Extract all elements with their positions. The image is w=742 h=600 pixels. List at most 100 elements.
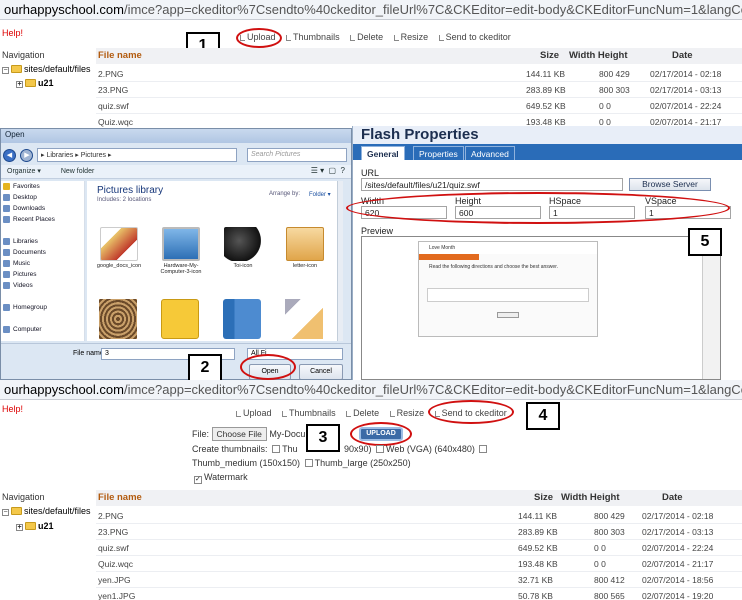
- nav-pane-item[interactable]: Favorites: [1, 181, 84, 192]
- organize-button[interactable]: Organize ▾: [7, 168, 41, 175]
- mail-pen-icon[interactable]: [285, 299, 323, 339]
- col-size-2[interactable]: Size: [534, 490, 553, 506]
- delete-tab[interactable]: Delete: [350, 32, 383, 42]
- web-vga-checkbox[interactable]: [376, 445, 385, 453]
- thumb-computer[interactable]: Hardware-My-Computer-3-icon: [157, 227, 205, 275]
- address-bar-2[interactable]: ourhappyschool.com/imce?app=ckeditor%7Cs…: [0, 380, 742, 400]
- file-row[interactable]: quiz.swf 649.52 KB 0 0 02/07/2014 - 22:24: [96, 98, 742, 114]
- col-date-2[interactable]: Date: [662, 490, 683, 506]
- delete-icon: [346, 411, 352, 417]
- col-date[interactable]: Date: [672, 48, 693, 64]
- nav-pane-item[interactable]: Homegroup: [1, 302, 84, 313]
- thumb-large-checkbox[interactable]: [304, 459, 313, 467]
- file-row[interactable]: 2.PNG 144.11 KB 800 429 02/17/2014 - 02:18: [96, 66, 742, 82]
- url-field[interactable]: /sites/default/files/u21/quiz.swf: [361, 178, 623, 191]
- nav-pane-item[interactable]: Pictures: [1, 269, 84, 280]
- dialog-search[interactable]: Search Pictures: [247, 148, 347, 162]
- thumb-photo[interactable]: [99, 299, 137, 339]
- dialog-address[interactable]: ▸ Libraries ▸ Pictures ▸: [37, 148, 237, 162]
- file-row[interactable]: yen.JPG 32.71 KB 800 412 02/07/2014 - 18:56: [96, 572, 742, 588]
- view-help-icons[interactable]: ☰ ▾ ▢ ?: [311, 166, 345, 175]
- tab-properties[interactable]: Properties: [413, 146, 464, 160]
- col-file-name[interactable]: File name: [98, 48, 142, 64]
- new-folder-button[interactable]: New folder: [61, 168, 94, 175]
- arrange-dropdown[interactable]: Folder ▾: [309, 191, 331, 198]
- tab-advanced[interactable]: Advanced: [465, 146, 515, 160]
- nav-pane-item[interactable]: Documents: [1, 247, 84, 258]
- file-row[interactable]: quiz.swf 649.52 KB 0 0 02/07/2014 - 22:24: [96, 540, 742, 556]
- thumb-toi[interactable]: Toi-icon: [219, 227, 267, 269]
- preview-quiz-button: [497, 312, 519, 318]
- watermark-checkbox[interactable]: [194, 476, 202, 484]
- thumb-checkbox[interactable]: [272, 445, 281, 453]
- file-row[interactable]: 2.PNG 144.11 KB 800 429 02/17/2014 - 02:18: [96, 508, 742, 524]
- col-dims-2[interactable]: Width Height: [561, 490, 619, 506]
- thumb-letter[interactable]: letter-icon: [281, 227, 329, 269]
- thumbnails-tab-2[interactable]: Thumbnails: [282, 408, 336, 418]
- file-name: 2.PNG: [98, 511, 124, 521]
- expand-icon[interactable]: +: [16, 524, 23, 531]
- file-row[interactable]: yen1.JPG 50.78 KB 800 565 02/07/2014 - 19:2…: [96, 588, 742, 600]
- nav-pane-item[interactable]: Computer: [1, 324, 84, 335]
- extra-checkbox[interactable]: [479, 445, 488, 453]
- file-dims: 0 0: [599, 101, 611, 111]
- preview-pane: Love Month Read the following directions…: [361, 236, 721, 380]
- nav-root[interactable]: − sites/default/files: [2, 64, 91, 74]
- file-date: 02/07/2014 - 22:24: [642, 543, 714, 553]
- nav-pane-label: Libraries: [13, 238, 38, 245]
- nav-pane-item[interactable]: Music: [1, 258, 84, 269]
- delete-tab-2[interactable]: Delete: [346, 408, 379, 418]
- thumb-google-docs[interactable]: google_docs_icon: [95, 227, 143, 269]
- file-size: 283.89 KB: [526, 85, 566, 95]
- nav-root-2[interactable]: − sites/default/files: [2, 506, 91, 516]
- choose-file-button[interactable]: Choose File: [211, 427, 267, 441]
- nav-pane-label: Documents: [13, 249, 46, 256]
- resize-tab[interactable]: Resize: [393, 32, 428, 42]
- col-file-name-2[interactable]: File name: [98, 490, 142, 506]
- content-scrollbar[interactable]: [337, 181, 343, 341]
- nav-pane-item: [1, 313, 84, 324]
- folder-thumb-icon[interactable]: [161, 299, 199, 339]
- watermark-row: Watermark: [192, 472, 248, 484]
- file-row[interactable]: 23.PNG 283.89 KB 800 303 02/17/2014 - 03:13: [96, 524, 742, 540]
- cancel-button[interactable]: Cancel: [299, 364, 343, 379]
- help-link-2[interactable]: Help!: [2, 404, 23, 414]
- nav-pane-item[interactable]: Desktop: [1, 192, 84, 203]
- help-link[interactable]: Help!: [2, 28, 23, 38]
- send-to-ckeditor-tab[interactable]: Send to ckeditor: [438, 32, 511, 42]
- thumbnails-tab[interactable]: Thumbnails: [286, 32, 340, 42]
- nav-title: Navigation: [2, 50, 45, 60]
- back-icon[interactable]: ◀: [3, 149, 16, 163]
- nav-sub[interactable]: + u21: [16, 78, 54, 88]
- file-row[interactable]: Quiz.wqc 193.48 KB 0 0 02/07/2014 - 21:17: [96, 556, 742, 572]
- nav-pane-item[interactable]: Recent Places: [1, 214, 84, 225]
- nav-pane-item[interactable]: Downloads: [1, 203, 84, 214]
- dialog-bottom: File name: 3 All Fi Open Cancel: [1, 343, 351, 379]
- folder-icon: [3, 238, 10, 245]
- col-size[interactable]: Size: [540, 48, 559, 64]
- tab-general[interactable]: General: [361, 146, 405, 160]
- forward-icon[interactable]: ▶: [20, 149, 34, 163]
- file-date: 02/17/2014 - 03:13: [650, 85, 722, 95]
- chosen-file-name: My-Docur: [269, 429, 309, 439]
- upload-tab-2[interactable]: Upload: [236, 408, 272, 418]
- expand-icon[interactable]: +: [16, 81, 23, 88]
- collapse-icon[interactable]: −: [2, 509, 9, 516]
- folder-icon: [3, 271, 10, 278]
- nav-pane-item[interactable]: Libraries: [1, 236, 84, 247]
- nav-pane-label: Videos: [13, 282, 33, 289]
- file-dims: 800 429: [599, 69, 630, 79]
- resize-tab-2[interactable]: Resize: [389, 408, 424, 418]
- address-book-icon[interactable]: [223, 299, 261, 339]
- nav-pane-item[interactable]: Videos: [1, 280, 84, 291]
- collapse-icon[interactable]: −: [2, 67, 9, 74]
- create-thumbs-label: Create thumbnails:: [192, 444, 268, 454]
- folder-icon: [3, 249, 10, 256]
- nav-sub-2[interactable]: + u21: [16, 521, 54, 531]
- file-row[interactable]: 23.PNG 283.89 KB 800 303 02/17/2014 - 03:13: [96, 82, 742, 98]
- preview-scrollbar[interactable]: [702, 237, 720, 379]
- col-dims[interactable]: Width Height: [569, 48, 627, 64]
- folder-icon: [11, 507, 22, 515]
- browse-server-button[interactable]: Browse Server: [629, 178, 711, 191]
- address-bar[interactable]: ourhappyschool.com/imce?app=ckeditor%7Cs…: [0, 0, 742, 20]
